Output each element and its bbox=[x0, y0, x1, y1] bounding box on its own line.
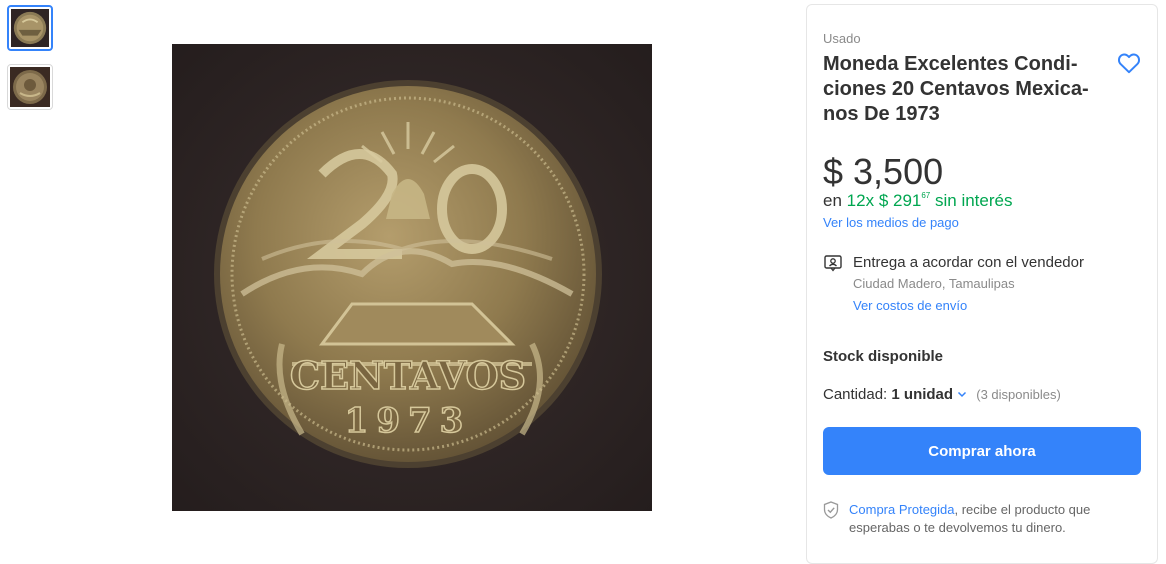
installments-cents: 67 bbox=[921, 191, 931, 200]
thumbnail-1[interactable] bbox=[7, 5, 53, 51]
shield-check-icon bbox=[823, 501, 839, 519]
product-title: Moneda Excelentes Condi- ciones 20 Centa… bbox=[823, 52, 1109, 127]
installments-count: 12x bbox=[846, 191, 875, 210]
coin-thumbnail-image bbox=[13, 11, 47, 45]
installments: en 12x $ 29167 sin interés bbox=[823, 191, 1012, 211]
quantity-value: 1 unidad bbox=[891, 386, 954, 403]
quantity-label: Cantidad: bbox=[823, 386, 888, 403]
thumbnail-2[interactable] bbox=[7, 64, 53, 110]
shipping-costs-link[interactable]: Ver costos de envío bbox=[853, 298, 967, 313]
delivery-person-icon bbox=[824, 255, 842, 272]
heart-icon bbox=[1117, 53, 1141, 74]
quantity-row: Cantidad: 1 unidad (3 disponibles) bbox=[823, 386, 1061, 403]
installments-amount: $ 291 bbox=[878, 191, 922, 210]
coin-centavos-text: CENTAVOS bbox=[290, 353, 526, 398]
product-title-line: Moneda Excelentes Condi- bbox=[823, 53, 1078, 75]
buy-now-button[interactable]: Comprar ahora bbox=[823, 427, 1141, 475]
chevron-down-icon bbox=[958, 391, 967, 398]
available-count: (3 disponibles) bbox=[976, 387, 1061, 402]
delivery-title: Entrega a acordar con el vendedor bbox=[853, 254, 1084, 271]
installments-prefix: en bbox=[823, 191, 842, 210]
stock-title: Stock disponible bbox=[823, 348, 944, 365]
purchase-panel: Usado Moneda Excelentes Condi- ciones 20… bbox=[806, 4, 1158, 564]
installments-suffix: sin interés bbox=[935, 191, 1013, 210]
favorite-button[interactable] bbox=[1116, 50, 1142, 76]
purchase-protection: Compra Protegida, recibe el producto que… bbox=[849, 501, 1129, 537]
product-title-line: ciones 20 Centavos Mexica- bbox=[823, 78, 1089, 100]
condition-label: Usado bbox=[823, 31, 861, 46]
delivery-location: Ciudad Madero, Tamaulipas bbox=[853, 276, 1015, 291]
coin-image: CENTAVOS 1973 bbox=[172, 44, 652, 511]
payment-methods-link[interactable]: Ver los medios de pago bbox=[823, 215, 959, 230]
product-title-line: nos De 1973 bbox=[823, 103, 940, 125]
coin-year-text: 1973 bbox=[345, 401, 472, 441]
main-product-image[interactable]: CENTAVOS 1973 bbox=[172, 44, 652, 511]
protected-purchase-link[interactable]: Compra Protegida bbox=[849, 502, 955, 517]
quantity-selector[interactable]: 1 unidad bbox=[891, 386, 968, 403]
coin-thumbnail-image bbox=[13, 70, 47, 104]
price: $ 3,500 bbox=[823, 151, 944, 192]
